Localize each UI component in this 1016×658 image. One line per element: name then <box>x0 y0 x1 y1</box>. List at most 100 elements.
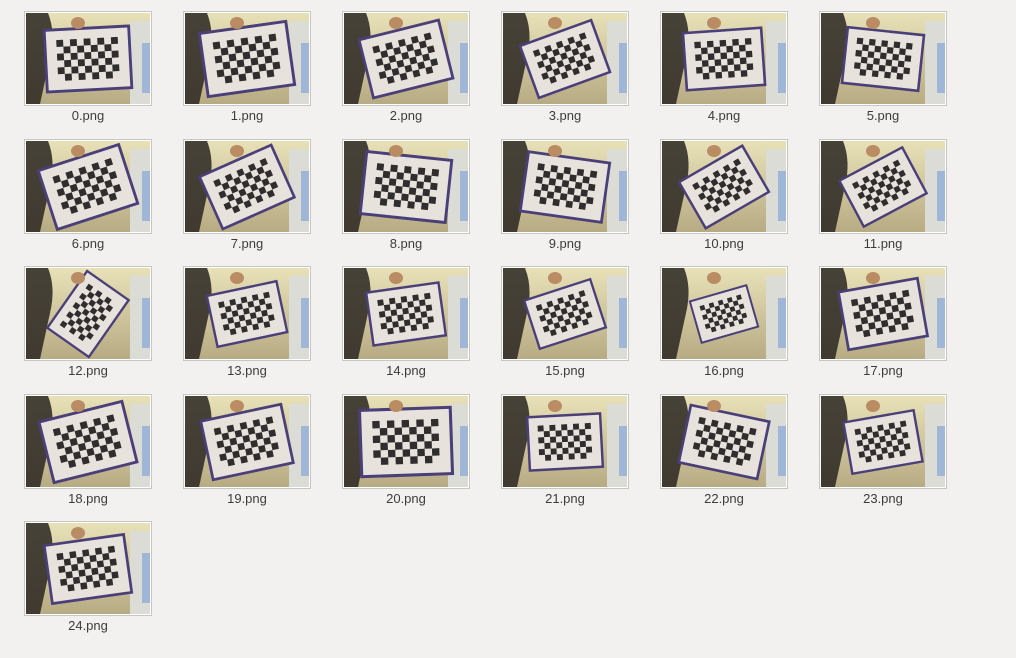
file-item[interactable]: 14.png <box>342 266 470 390</box>
file-name-label: 2.png <box>389 108 423 123</box>
file-name-label: 1.png <box>230 108 264 123</box>
thumbnail-image <box>503 13 627 104</box>
file-name-label: 10.png <box>704 236 744 251</box>
file-item[interactable]: 11.png <box>819 139 947 263</box>
file-thumbnail[interactable] <box>183 266 311 361</box>
file-icon-grid: 0.png 1.png 2.png 3.png 4.png 5.png 6.png 7.png… <box>0 0 1016 658</box>
file-thumbnail[interactable] <box>24 139 152 234</box>
file-item[interactable]: 21.png <box>501 394 629 518</box>
file-item[interactable]: 1.png <box>183 11 311 135</box>
file-item[interactable]: 17.png <box>819 266 947 390</box>
file-thumbnail[interactable] <box>24 266 152 361</box>
file-thumbnail[interactable] <box>501 394 629 489</box>
file-item[interactable]: 6.png <box>24 139 152 263</box>
thumbnail-image <box>503 141 627 232</box>
file-item[interactable]: 19.png <box>183 394 311 518</box>
file-name-label: 5.png <box>866 108 900 123</box>
thumbnail-image <box>662 396 786 487</box>
thumbnail-image <box>344 13 468 104</box>
file-thumbnail[interactable] <box>819 394 947 489</box>
file-name-label: 11.png <box>863 236 903 251</box>
file-name-label: 3.png <box>548 108 582 123</box>
file-thumbnail[interactable] <box>501 266 629 361</box>
file-name-label: 21.png <box>545 491 585 506</box>
file-name-label: 15.png <box>545 363 585 378</box>
thumbnail-image <box>26 396 150 487</box>
file-thumbnail[interactable] <box>183 139 311 234</box>
file-thumbnail[interactable] <box>342 11 470 106</box>
thumbnail-image <box>344 141 468 232</box>
file-thumbnail[interactable] <box>342 266 470 361</box>
file-item[interactable]: 0.png <box>24 11 152 135</box>
file-thumbnail[interactable] <box>501 139 629 234</box>
file-name-label: 9.png <box>548 236 582 251</box>
thumbnail-image <box>503 396 627 487</box>
file-thumbnail[interactable] <box>819 139 947 234</box>
thumbnail-image <box>662 141 786 232</box>
file-thumbnail[interactable] <box>24 521 152 616</box>
file-name-label: 19.png <box>227 491 267 506</box>
file-item[interactable]: 2.png <box>342 11 470 135</box>
file-name-label: 4.png <box>707 108 741 123</box>
thumbnail-image <box>662 13 786 104</box>
thumbnail-image <box>503 268 627 359</box>
file-item[interactable]: 20.png <box>342 394 470 518</box>
file-name-label: 18.png <box>68 491 108 506</box>
file-item[interactable]: 13.png <box>183 266 311 390</box>
file-name-label: 23.png <box>863 491 903 506</box>
file-item[interactable]: 22.png <box>660 394 788 518</box>
file-thumbnail[interactable] <box>342 394 470 489</box>
file-thumbnail[interactable] <box>819 266 947 361</box>
file-name-label: 8.png <box>389 236 423 251</box>
file-thumbnail[interactable] <box>342 139 470 234</box>
thumbnail-image <box>26 523 150 614</box>
file-name-label: 24.png <box>68 618 108 633</box>
file-thumbnail[interactable] <box>660 266 788 361</box>
file-item[interactable]: 15.png <box>501 266 629 390</box>
thumbnail-image <box>26 13 150 104</box>
file-thumbnail[interactable] <box>660 394 788 489</box>
file-name-label: 7.png <box>230 236 264 251</box>
file-thumbnail[interactable] <box>183 394 311 489</box>
file-item[interactable]: 10.png <box>660 139 788 263</box>
file-item[interactable]: 23.png <box>819 394 947 518</box>
thumbnail-image <box>821 13 945 104</box>
file-name-label: 20.png <box>386 491 426 506</box>
file-item[interactable]: 18.png <box>24 394 152 518</box>
file-thumbnail[interactable] <box>660 11 788 106</box>
file-item[interactable]: 7.png <box>183 139 311 263</box>
thumbnail-image <box>185 141 309 232</box>
file-item[interactable]: 4.png <box>660 11 788 135</box>
file-thumbnail[interactable] <box>183 11 311 106</box>
file-name-label: 6.png <box>71 236 105 251</box>
thumbnail-image <box>662 268 786 359</box>
thumbnail-image <box>821 141 945 232</box>
file-thumbnail[interactable] <box>24 11 152 106</box>
file-name-label: 13.png <box>227 363 267 378</box>
thumbnail-image <box>185 268 309 359</box>
thumbnail-image <box>821 396 945 487</box>
file-thumbnail[interactable] <box>24 394 152 489</box>
file-name-label: 0.png <box>71 108 105 123</box>
file-thumbnail[interactable] <box>660 139 788 234</box>
thumbnail-image <box>344 396 468 487</box>
thumbnail-image <box>26 141 150 232</box>
file-item[interactable]: 16.png <box>660 266 788 390</box>
file-item[interactable]: 9.png <box>501 139 629 263</box>
thumbnail-image <box>185 13 309 104</box>
file-item[interactable]: 5.png <box>819 11 947 135</box>
thumbnail-image <box>344 268 468 359</box>
file-name-label: 12.png <box>68 363 108 378</box>
file-item[interactable]: 12.png <box>24 266 152 390</box>
file-thumbnail[interactable] <box>819 11 947 106</box>
thumbnail-image <box>185 396 309 487</box>
file-name-label: 16.png <box>704 363 744 378</box>
thumbnail-image <box>821 268 945 359</box>
file-name-label: 22.png <box>704 491 744 506</box>
file-thumbnail[interactable] <box>501 11 629 106</box>
file-item[interactable]: 24.png <box>24 521 152 645</box>
file-name-label: 14.png <box>386 363 426 378</box>
file-item[interactable]: 8.png <box>342 139 470 263</box>
file-item[interactable]: 3.png <box>501 11 629 135</box>
file-name-label: 17.png <box>863 363 903 378</box>
